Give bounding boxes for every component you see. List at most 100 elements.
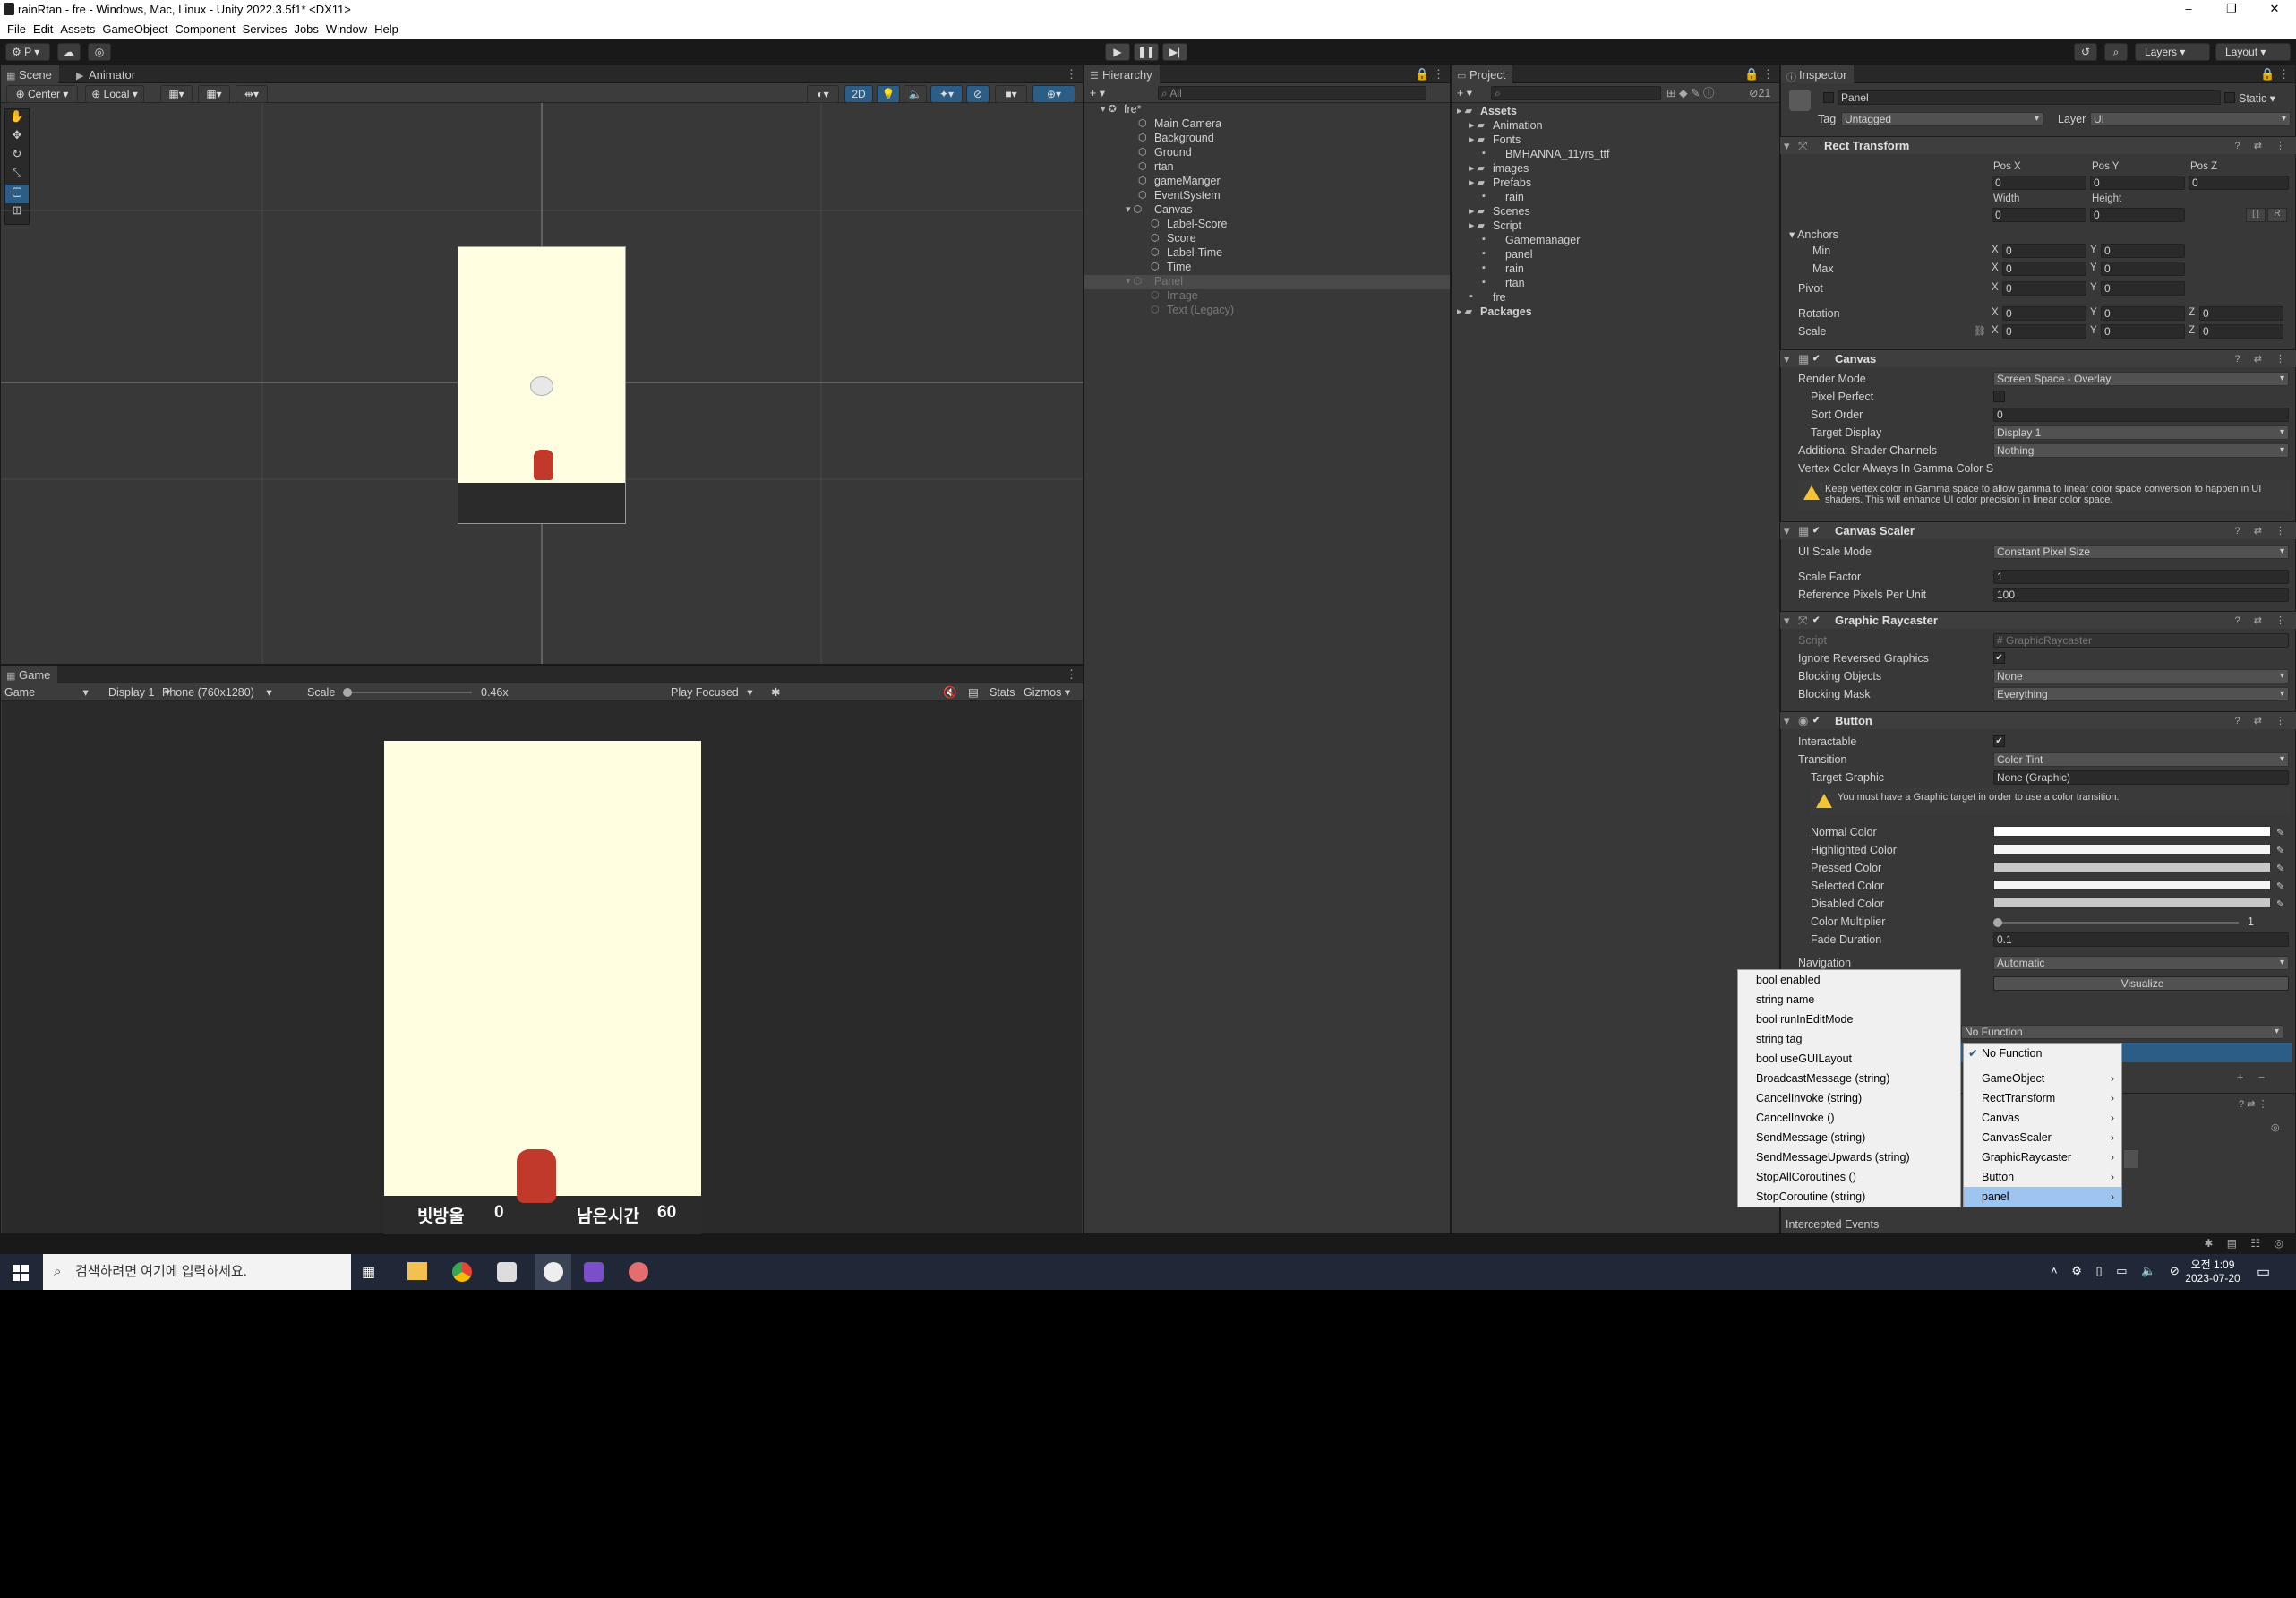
hierarchy-item[interactable]: ⬡ Main Camera [1084,117,1450,132]
play-mode-dropdown[interactable]: Play Focused ▾ [671,685,753,700]
layout-dropdown[interactable]: Layout ▾ [2215,43,2291,61]
tab-game[interactable]: ▦ Game [1,666,58,683]
menu-gameobject[interactable]: GameObject [102,20,175,39]
visibility-icon[interactable]: ⊘ [966,85,990,103]
lighting-icon[interactable]: 💡 [877,85,900,103]
notification-icon[interactable]: ▭ [2257,1263,2270,1281]
windows-start-icon[interactable] [13,1265,29,1281]
method-menu-item[interactable]: CancelInvoke () [1738,1108,1960,1128]
hierarchy-item[interactable]: ⬡ gameManger [1084,175,1450,189]
menu-edit[interactable]: Edit [33,20,60,39]
status-icons[interactable]: ✱ ▤ ☷ ◎ [2204,1237,2289,1250]
tab-inspector[interactable]: ⓘ Inspector [1781,65,1855,83]
settings-icon[interactable]: ✱ [771,685,780,700]
pause-button[interactable]: ❚❚ [1134,43,1159,61]
chrome-icon[interactable] [452,1262,472,1282]
scene-game-canvas[interactable] [458,246,626,524]
method-menu-item[interactable]: bool enabled [1738,970,1960,990]
component-menu-item[interactable]: Button › [1964,1167,2121,1187]
method-menu-item[interactable]: StopCoroutine (string) [1738,1187,1960,1207]
component-menu-item[interactable]: ✔ No Function [1964,1044,2121,1063]
file-explorer-icon[interactable] [407,1262,427,1280]
menu-window[interactable]: Window [326,20,374,39]
project-search-input[interactable]: ⌕ [1491,86,1661,100]
hierarchy-item[interactable]: ⬡ Image [1084,289,1450,304]
project-item[interactable]: ▸ ▰ Animation [1452,119,1779,133]
menu-component[interactable]: Component [175,20,242,39]
component-menu-item[interactable]: GraphicRaycaster › [1964,1147,2121,1167]
method-menu-item[interactable]: SendMessageUpwards (string) [1738,1147,1960,1167]
grid-icon[interactable]: ▦▾ [198,85,230,103]
project-item[interactable]: ▪ panel [1452,248,1779,262]
space-dropdown[interactable]: ⊕ Local ▾ [85,85,144,103]
project-item[interactable]: ▪ rain [1452,191,1779,205]
history-icon[interactable]: ↺ [2074,43,2097,61]
project-item[interactable]: ▸ ▰ Script [1452,219,1779,234]
view-dropdown[interactable]: Game ▾ [4,685,89,700]
hierarchy-item[interactable]: ▾ ✪ fre* [1084,103,1450,117]
effects-icon[interactable]: ✦▾ [930,85,963,103]
component-menu-item[interactable]: Canvas › [1964,1108,2121,1128]
method-menu-item[interactable]: CancelInvoke (string) [1738,1088,1960,1108]
account-dropdown[interactable]: ⚙ P ▾ [5,43,50,61]
clock[interactable]: 오전 1:09 2023-07-20 [2181,1257,2244,1284]
unity-editor-taskbar-icon[interactable] [535,1254,571,1290]
project-item[interactable]: ▸ ▰ Prefabs [1452,176,1779,191]
game-more-icon[interactable]: ⋮ [1066,667,1077,682]
system-tray-icons[interactable]: ˄ ⚙ ▯ ▭ 🔈 ⊘ [2051,1264,2185,1278]
project-item[interactable]: ▪ rain [1452,262,1779,277]
hierarchy-item[interactable]: ⬡ Time [1084,261,1450,275]
unity-hub-icon[interactable] [497,1262,517,1282]
menu-file[interactable]: File [7,20,33,39]
project-item[interactable]: ▪ rtan [1452,277,1779,291]
project-filter-icons[interactable]: ⊞ ◆ ✎ ⓘ [1666,86,1714,100]
component-menu-item[interactable]: panel › [1964,1187,2121,1207]
draw-mode-button[interactable]: ◐▾ [807,85,839,103]
gizmos-dropdown[interactable]: Gizmos ▾ [1024,685,1070,700]
cloud-icon[interactable]: ☁ [57,43,81,61]
tab-scene[interactable]: ▦ Scene [1,65,59,83]
create-button[interactable]: + ▾ [1090,86,1105,100]
tab-animator[interactable]: ▶ Animator [71,65,142,83]
game-screen[interactable] [384,741,701,1235]
audio-icon[interactable]: 🔈 [904,85,927,103]
tab-hierarchy[interactable]: ☰ Hierarchy [1084,65,1160,83]
project-item[interactable]: ▪ fre [1452,291,1779,305]
minimize-button[interactable]: – [2167,0,2210,20]
component-menu-item[interactable]: GameObject › [1964,1069,2121,1088]
stats-button[interactable]: Stats [990,685,1015,700]
project-item[interactable]: ▸ ▰ Packages [1452,305,1779,320]
component-menu-item[interactable]: RectTransform › [1964,1088,2121,1108]
hierarchy-item[interactable]: ▾ ⬡ Panel [1084,275,1450,289]
hierarchy-search-input[interactable]: ⌕ All [1158,86,1426,100]
hierarchy-item[interactable]: ⬡ Label-Time [1084,246,1450,261]
camera-icon[interactable]: ■▾ [995,85,1027,103]
more-icon[interactable]: ⋮ [1066,67,1077,82]
increment-snap-button[interactable]: ⇹▾ [236,85,268,103]
project-item[interactable]: ▸ ▰ Fonts [1452,133,1779,148]
project-item[interactable]: ▪ Gamemanager [1452,234,1779,248]
play-button[interactable]: ▶ [1105,43,1130,61]
display-dropdown[interactable]: Display 1 ▾ [108,685,170,700]
taskbar-search-box[interactable]: ⌕ 검색하려면 여기에 입력하세요. [43,1254,351,1290]
project-lock-icon[interactable]: 🔒 ⋮ [1744,67,1774,82]
hierarchy-item[interactable]: ⬡ Background [1084,132,1450,146]
method-menu-item[interactable]: bool runInEditMode [1738,1009,1960,1029]
toggle-2d-button[interactable]: 2D [844,85,873,103]
hierarchy-item[interactable]: ▾ ⬡ Canvas [1084,203,1450,218]
method-menu-item[interactable]: StopAllCoroutines () [1738,1167,1960,1187]
hierarchy-item[interactable]: ⬡ Label-Score [1084,218,1450,232]
layers-dropdown[interactable]: Layers ▾ [2135,43,2210,61]
method-menu-item[interactable]: string name [1738,990,1960,1009]
method-menu-item[interactable]: BroadcastMessage (string) [1738,1069,1960,1088]
project-create-button[interactable]: + ▾ [1457,86,1472,100]
hierarchy-lock-icon[interactable]: 🔒 ⋮ [1415,67,1444,82]
grid-snap-button[interactable]: ▦▾ [160,85,193,103]
component-menu-item[interactable]: CanvasScaler › [1964,1128,2121,1147]
maximize-button[interactable]: ❐ [2210,0,2253,20]
hierarchy-item[interactable]: ⬡ Ground [1084,146,1450,160]
hierarchy-item[interactable]: ⬡ Text (Legacy) [1084,304,1450,318]
hierarchy-item[interactable]: ⬡ Score [1084,232,1450,246]
mute-icon[interactable]: 🔇 [943,685,957,700]
stats-icon[interactable]: ▤ [968,685,979,700]
